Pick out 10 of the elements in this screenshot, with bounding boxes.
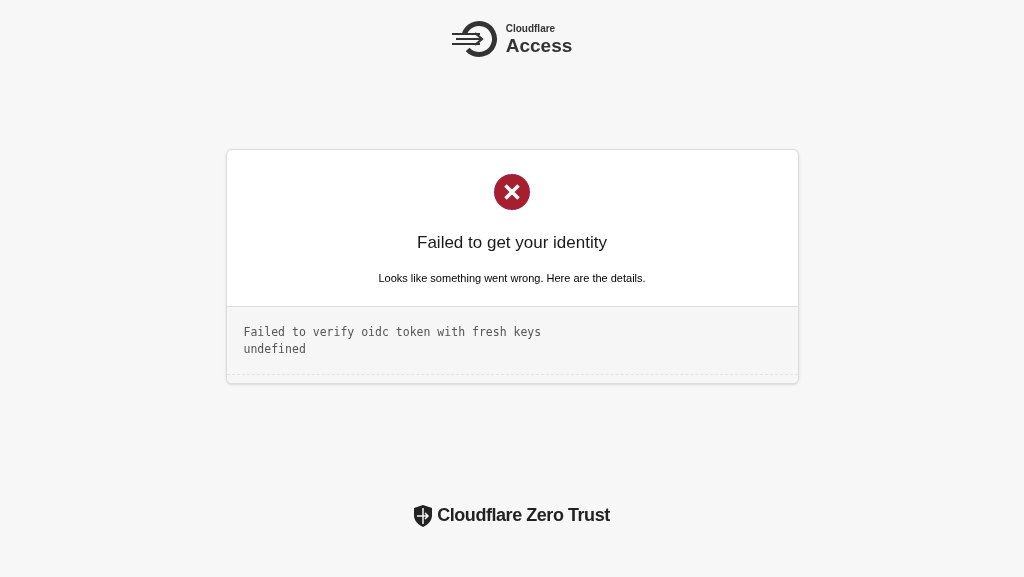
logo-icon [451,20,498,58]
error-title: Failed to get your identity [417,232,607,254]
error-detail-line: undefined [243,341,307,358]
brand-subtitle: Cloudflare [505,23,557,34]
footer-brand: Cloudflare Zero Trust [437,504,610,527]
error-detail-line: Failed to verify oidc token with fresh keys [243,324,543,341]
error-icon [494,174,530,210]
brand-title: Access [505,35,573,55]
error-message: Looks like something went wrong. Here are the details. [378,270,646,286]
shield-icon [414,504,433,527]
